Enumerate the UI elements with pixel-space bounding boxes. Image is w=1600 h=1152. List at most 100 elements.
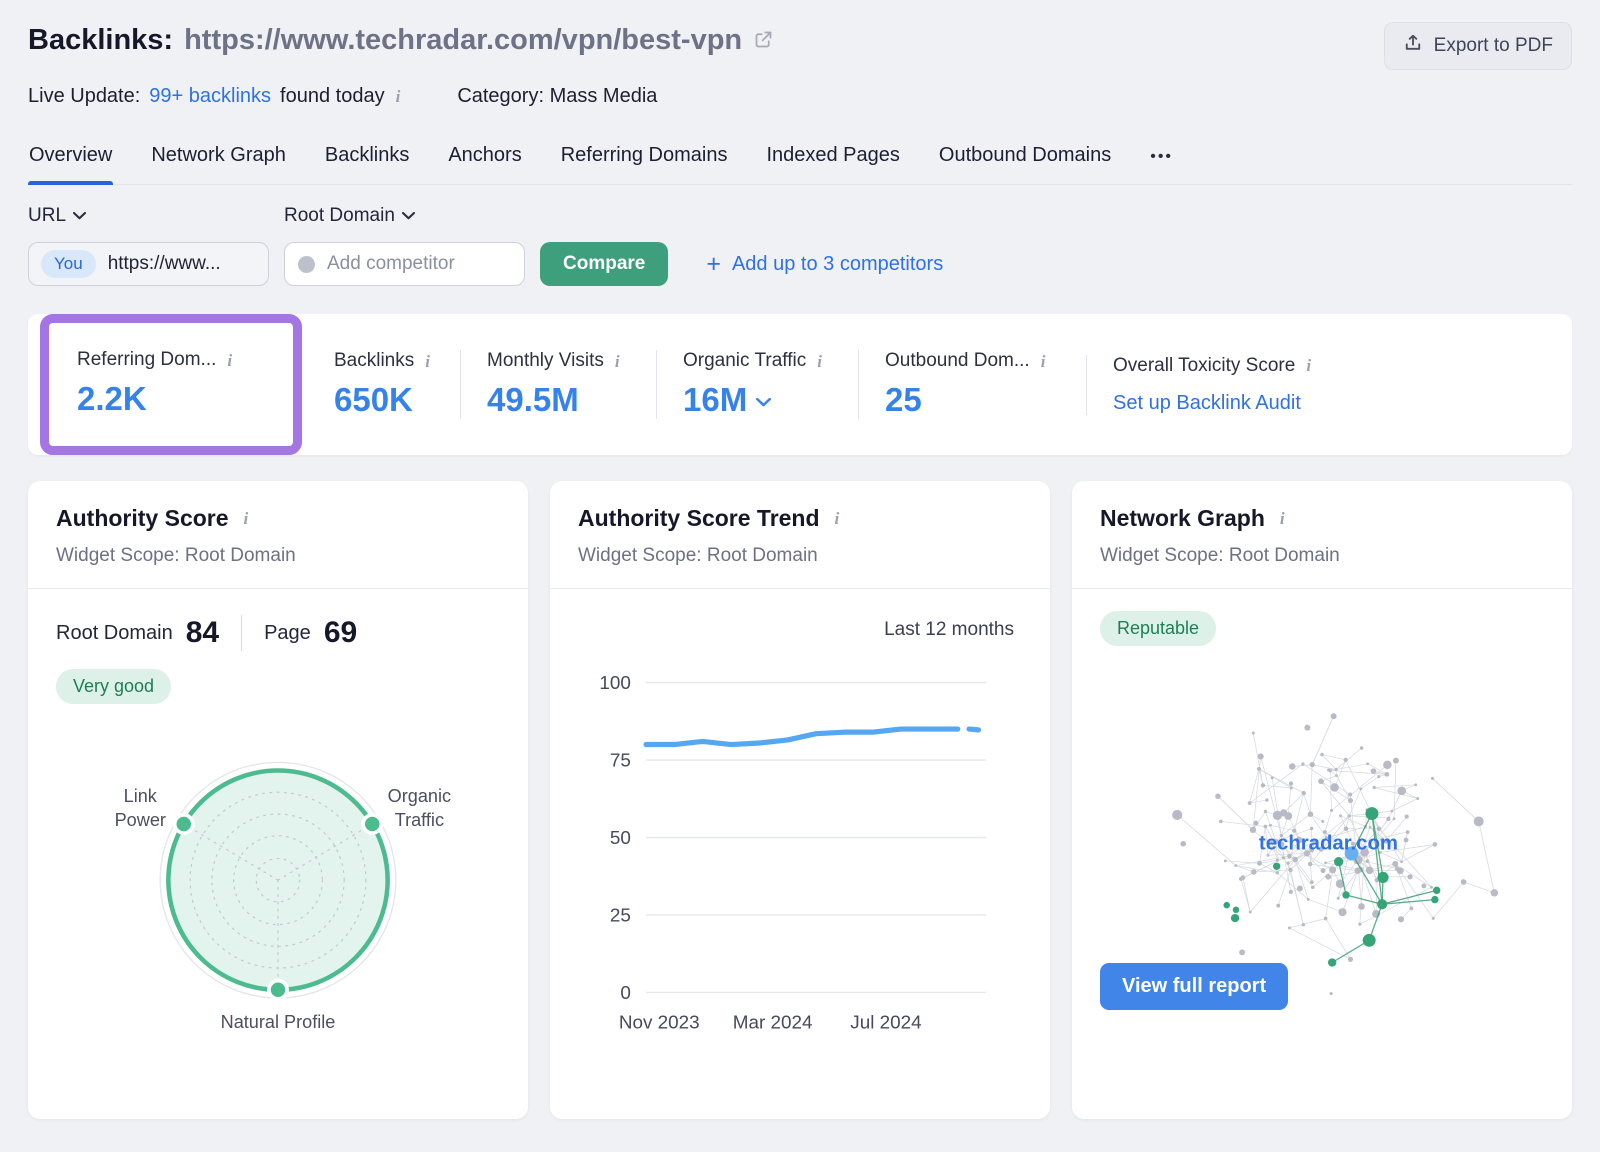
- trend-info-icon[interactable]: i: [833, 510, 842, 527]
- category-label: Category: Mass Media: [457, 85, 657, 108]
- svg-text:Jul 2024: Jul 2024: [850, 1012, 921, 1033]
- tab-outbound-domains[interactable]: Outbound Domains: [938, 136, 1112, 184]
- tab-network-graph[interactable]: Network Graph: [150, 136, 287, 184]
- referring-domains-metric-highlighted: Referring Dom... i 2.2K: [40, 314, 302, 455]
- svg-text:Mar 2024: Mar 2024: [733, 1012, 813, 1033]
- authority-score-title: Authority Score: [56, 505, 229, 532]
- toxicity-score-metric: Overall Toxicity Score i Set up Backlink…: [1086, 355, 1546, 415]
- score-divider: [241, 615, 242, 651]
- authority-score-status-badge: Very good: [56, 669, 171, 704]
- radar-dot-natural-profile: [269, 981, 287, 999]
- network-status-badge: Reputable: [1100, 611, 1216, 646]
- plus-icon: +: [706, 252, 721, 277]
- competitor-dot-icon: [298, 256, 315, 273]
- setup-backlink-audit-link[interactable]: Set up Backlink Audit: [1113, 392, 1520, 415]
- monthly-visits-value[interactable]: 49.5M: [487, 381, 630, 419]
- chevron-down-icon: [73, 212, 86, 220]
- trend-title: Authority Score Trend: [578, 505, 820, 532]
- backlinks-info-icon[interactable]: i: [423, 353, 432, 370]
- referring-domains-label: Referring Dom...: [77, 349, 216, 371]
- monthly-visits-info-icon[interactable]: i: [613, 353, 622, 370]
- backlinks-label: Backlinks: [334, 350, 414, 372]
- add-competitor-input[interactable]: Add competitor: [284, 242, 525, 286]
- referring-domains-value[interactable]: 2.2K: [77, 380, 265, 418]
- monthly-visits-label: Monthly Visits: [487, 350, 604, 372]
- network-graph-card: Network Graph i Widget Scope: Root Domai…: [1072, 481, 1572, 1119]
- live-update-info-icon[interactable]: i: [394, 88, 403, 105]
- analyzed-url: https://www.techradar.com/vpn/best-vpn: [184, 24, 742, 57]
- external-link-icon[interactable]: [753, 25, 774, 58]
- svg-text:100: 100: [599, 673, 631, 694]
- authority-score-info-icon[interactable]: i: [242, 510, 251, 527]
- backlinks-value[interactable]: 650K: [334, 381, 434, 419]
- outbound-domains-metric: Outbound Dom... i 25: [858, 350, 1086, 419]
- organic-traffic-metric: Organic Traffic i 16M: [656, 350, 858, 419]
- svg-text:50: 50: [610, 828, 631, 849]
- root-domain-dropdown[interactable]: Root Domain: [284, 205, 415, 227]
- page-title: Backlinks: https://www.techradar.com/vpn…: [28, 22, 774, 58]
- radar-axis-link-power-line1: Link: [124, 786, 158, 806]
- widget-cards-row: Authority Score i Widget Scope: Root Dom…: [28, 481, 1572, 1119]
- root-domain-score-value: 84: [186, 616, 219, 650]
- page-score-label: Page: [264, 622, 311, 645]
- backlinks-overview-page: Backlinks: https://www.techradar.com/vpn…: [0, 0, 1600, 1119]
- svg-text:Nov 2023: Nov 2023: [619, 1012, 700, 1033]
- outbound-domains-label: Outbound Dom...: [885, 350, 1030, 372]
- add-competitor-placeholder: Add competitor: [327, 253, 455, 275]
- tabs-more-button[interactable]: •••: [1149, 136, 1174, 184]
- url-scope-dropdown[interactable]: URL: [28, 205, 284, 227]
- toxicity-score-info-icon[interactable]: i: [1304, 357, 1313, 374]
- radar-axis-link-power-line2: Power: [115, 810, 166, 830]
- monthly-visits-metric: Monthly Visits i 49.5M: [460, 350, 656, 419]
- trend-scope: Widget Scope: Root Domain: [578, 545, 1022, 567]
- toxicity-score-label: Overall Toxicity Score: [1113, 355, 1295, 377]
- compare-button[interactable]: Compare: [540, 242, 668, 286]
- trend-range-label: Last 12 months: [578, 619, 1022, 641]
- report-tabs: Overview Network Graph Backlinks Anchors…: [28, 136, 1572, 185]
- network-scope: Widget Scope: Root Domain: [1100, 545, 1544, 567]
- live-update-backlinks-link[interactable]: 99+ backlinks: [149, 85, 271, 108]
- outbound-domains-info-icon[interactable]: i: [1039, 353, 1048, 370]
- tab-overview[interactable]: Overview: [28, 136, 113, 184]
- authority-score-body: Root Domain 84 Page 69 Very good: [28, 589, 528, 1109]
- subheader: Live Update: 99+ backlinks found today i…: [28, 85, 1572, 108]
- live-update-suffix: found today: [280, 85, 385, 108]
- you-chip: You: [41, 250, 96, 278]
- tab-referring-domains[interactable]: Referring Domains: [560, 136, 729, 184]
- you-url-input[interactable]: You https://www...: [28, 242, 269, 286]
- add-competitors-label: Add up to 3 competitors: [732, 253, 943, 276]
- root-domain-label: Root Domain: [284, 205, 395, 227]
- referring-domains-info-icon[interactable]: i: [225, 352, 234, 369]
- chevron-down-icon[interactable]: [756, 398, 771, 407]
- authority-score-header: Authority Score i Widget Scope: Root Dom…: [28, 481, 528, 589]
- network-body: Reputable techradar.com View full report: [1072, 589, 1572, 1038]
- export-to-pdf-button[interactable]: Export to PDF: [1384, 22, 1572, 70]
- trend-body: Last 12 months 0 25 50 75 100 Nov 2023 Mar 202…: [550, 589, 1050, 1069]
- live-update-label: Live Update:: [28, 85, 140, 108]
- organic-traffic-label: Organic Traffic: [683, 350, 806, 372]
- radar-dot-organic-traffic: [363, 815, 381, 833]
- network-center-label: techradar.com: [1259, 833, 1398, 855]
- page-title-prefix: Backlinks:: [28, 24, 173, 57]
- page-score-value: 69: [324, 616, 357, 650]
- tab-indexed-pages[interactable]: Indexed Pages: [765, 136, 900, 184]
- svg-text:75: 75: [610, 751, 631, 772]
- svg-text:25: 25: [610, 906, 631, 927]
- root-domain-score-label: Root Domain: [56, 622, 173, 645]
- filter-labels-row: URL Root Domain: [28, 205, 1572, 227]
- tab-backlinks[interactable]: Backlinks: [324, 136, 410, 184]
- authority-score-card: Authority Score i Widget Scope: Root Dom…: [28, 481, 528, 1119]
- score-values-row: Root Domain 84 Page 69: [56, 615, 500, 651]
- tab-anchors[interactable]: Anchors: [447, 136, 522, 184]
- compare-controls-row: You https://www... Add competitor Compar…: [28, 242, 1572, 286]
- organic-traffic-info-icon[interactable]: i: [815, 353, 824, 370]
- outbound-domains-value[interactable]: 25: [885, 381, 1060, 419]
- backlinks-metric: Backlinks i 650K: [308, 350, 460, 419]
- add-competitors-link[interactable]: + Add up to 3 competitors: [706, 252, 943, 277]
- authority-score-radar-chart: Link Power Organic Traffic Natural Profi…: [56, 708, 500, 1089]
- network-info-icon[interactable]: i: [1278, 510, 1287, 527]
- view-full-report-button[interactable]: View full report: [1100, 963, 1288, 1010]
- radar-axis-organic-traffic-line1: Organic: [388, 786, 451, 806]
- svg-text:0: 0: [620, 983, 631, 1004]
- radar-axis-natural-profile: Natural Profile: [221, 1012, 336, 1032]
